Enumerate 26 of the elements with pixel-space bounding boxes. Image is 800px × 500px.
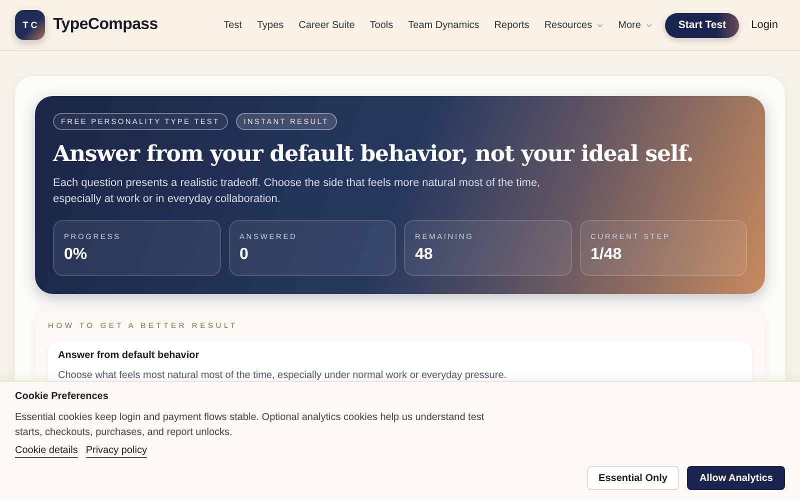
login-link[interactable]: Login <box>751 19 778 31</box>
nav-link[interactable]: Test <box>216 20 250 30</box>
essential-button[interactable]: Essential Only <box>586 466 680 490</box>
tip-text: Choose what feels most natural most of the time, especially under normal work or everyday pressure. <box>58 370 508 381</box>
stat-value: 0 <box>240 246 250 264</box>
logo-badge[interactable]: T C <box>15 10 45 40</box>
stat-value: 1/48 <box>590 246 623 264</box>
cookie-title: Cookie Preferences <box>15 391 110 402</box>
nav-link[interactable]: Team Dynamics <box>400 20 487 30</box>
cookie-text: Essential cookies keep login and payment flows stable. Optional analytics cookies help us understand test starts, checkouts, purchases, and report unlocks. <box>15 411 486 440</box>
nav-link[interactable]: Career Suite <box>291 20 362 30</box>
nav-link[interactable]: Reports <box>486 20 537 30</box>
tip-title: Answer from default behavior <box>58 350 200 361</box>
nav-link[interactable]: Tools <box>362 20 401 30</box>
cookie-link[interactable]: Privacy policy <box>86 445 147 458</box>
hero-description: Each question presents a realistic tradeoff. Choose the side that feels more natural most of the time, especially at work or in everyday collaboration. <box>53 176 542 207</box>
cookie-link[interactable]: Cookie details <box>15 445 78 458</box>
nav-link[interactable]: Types <box>249 20 292 30</box>
stat-value: 48 <box>415 246 434 264</box>
stat-value: 0% <box>64 246 88 264</box>
brand-name[interactable]: TypeCompass <box>53 16 158 34</box>
nav-link[interactable]: More <box>610 20 660 30</box>
start-test-button[interactable]: Start Test <box>665 12 740 38</box>
hero-title: Answer from your default behavior, not your ideal self. <box>53 141 694 167</box>
allow-button[interactable]: Allow Analytics <box>687 466 785 490</box>
nav-link[interactable]: Resources <box>536 20 611 30</box>
